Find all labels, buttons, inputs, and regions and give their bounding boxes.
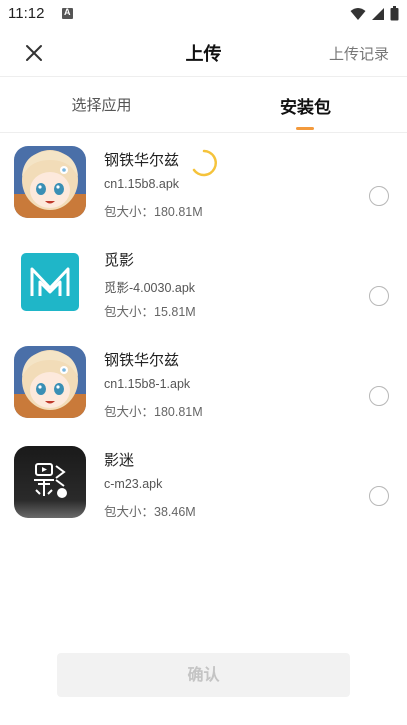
tab-bar: 选择应用 安装包 (0, 77, 407, 132)
status-time: 11:12 (8, 5, 45, 22)
apk-size: 包大小：180.81M (104, 201, 203, 220)
m-logo-icon (14, 246, 86, 318)
loading-spinner-icon (192, 149, 217, 177)
apk-size-value: 180.81M (154, 205, 203, 219)
apk-filename: cn1.15b8-1.apk (104, 377, 191, 391)
apk-size-value: 15.81M (154, 305, 196, 319)
apk-size: 包大小：180.81M (104, 401, 203, 420)
apk-filename: cn1.15b8.apk (104, 177, 180, 191)
apk-filename: c-m23.apk (104, 477, 163, 491)
tab-active-indicator (296, 127, 314, 130)
apk-size-label: 包大小： (104, 404, 155, 419)
wifi-icon (350, 7, 366, 20)
select-radio[interactable] (369, 486, 389, 506)
apk-size: 包大小：15.81M (104, 301, 196, 320)
anime-girl-icon (14, 346, 86, 418)
app-name: 觅影 (104, 251, 135, 269)
status-bar: 11:12 (0, 0, 407, 28)
gesture-bar (0, 719, 407, 725)
battery-icon (390, 6, 399, 21)
yingmi-logo-icon (14, 446, 86, 518)
app-name: 钢铁华尔兹 (104, 151, 180, 169)
app-name: 钢铁华尔兹 (104, 351, 180, 369)
status-icons (350, 6, 399, 21)
signal-icon (372, 7, 384, 20)
upload-history-link[interactable]: 上传记录 (329, 43, 389, 64)
apk-filename: 觅影-4.0030.apk (104, 281, 196, 295)
confirm-button[interactable]: 确认 (57, 653, 350, 697)
app-name: 影迷 (104, 451, 135, 469)
apk-size: 包大小：38.46M (104, 501, 196, 520)
tab-select-app[interactable]: 选择应用 (0, 77, 203, 132)
select-radio[interactable] (369, 186, 389, 206)
apk-size-value: 180.81M (154, 405, 203, 419)
close-button[interactable] (16, 38, 50, 68)
notification-a-icon (62, 7, 73, 19)
top-bar: 上传 上传记录 (0, 28, 407, 76)
list-item[interactable]: 觅影 觅影-4.0030.apk 包大小：15.81M (0, 233, 407, 333)
close-icon (26, 45, 42, 61)
apk-size-label: 包大小： (104, 304, 155, 319)
tab-install-package[interactable]: 安装包 (204, 77, 407, 132)
list-item[interactable]: 影迷 c-m23.apk 包大小：38.46M (0, 433, 407, 533)
apk-size-label: 包大小： (104, 504, 155, 519)
list-item[interactable]: 钢铁华尔兹 cn1.15b8-1.apk 包大小：180.81M (0, 333, 407, 433)
select-radio[interactable] (369, 386, 389, 406)
apk-size-value: 38.46M (154, 505, 196, 519)
apk-size-label: 包大小： (104, 204, 155, 219)
anime-girl-icon (14, 146, 86, 218)
select-radio[interactable] (369, 286, 389, 306)
list-item[interactable]: 钢铁华尔兹 cn1.15b8.apk 包大小：180.81M (0, 133, 407, 233)
